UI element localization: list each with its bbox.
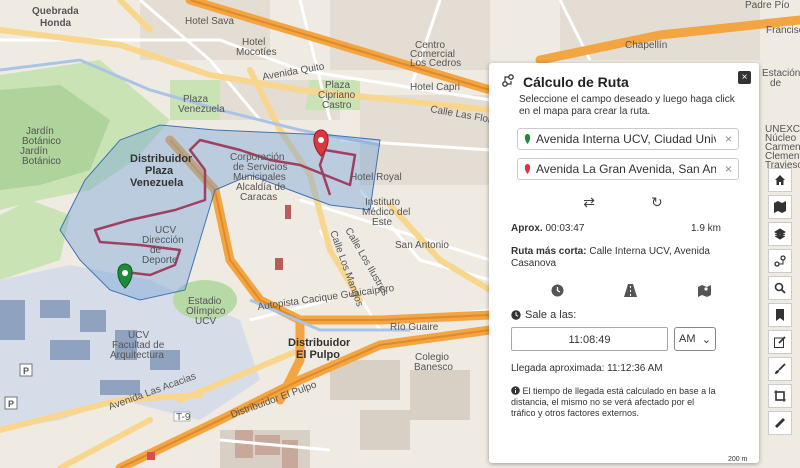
route-button[interactable] — [768, 249, 792, 273]
origin-field[interactable]: × — [517, 128, 739, 150]
svg-text:Honda: Honda — [40, 18, 72, 29]
layers-button[interactable] — [768, 222, 792, 246]
svg-text:de: de — [770, 78, 782, 89]
depart-time-input[interactable]: 11:08:49 — [511, 327, 668, 351]
svg-text:Hotel Capri: Hotel Capri — [410, 82, 460, 93]
home-button[interactable] — [768, 168, 792, 192]
edit-icon — [774, 336, 786, 348]
svg-text:Banesco: Banesco — [414, 362, 453, 373]
map-button[interactable] — [768, 195, 792, 219]
route-icon — [774, 255, 786, 267]
svg-text:Francisco: Francisco — [766, 25, 800, 36]
svg-text:P: P — [23, 366, 29, 376]
ampm-select[interactable]: AM ⌄ — [674, 327, 716, 351]
route-icon — [501, 73, 515, 90]
chevron-down-icon: ⌄ — [701, 333, 711, 346]
destination-input[interactable] — [536, 162, 716, 176]
svg-text:San Antonio: San Antonio — [395, 240, 449, 251]
bookmark-icon — [776, 309, 784, 321]
svg-text:Hotel Royal: Hotel Royal — [350, 172, 402, 183]
svg-text:Botánico: Botánico — [22, 156, 61, 167]
brush-icon — [775, 363, 786, 374]
swap-icon[interactable]: ⇄ — [583, 194, 595, 211]
map-toolbar — [768, 168, 792, 438]
ampm-value: AM — [679, 333, 696, 345]
svg-text:Los Cedros: Los Cedros — [410, 58, 461, 69]
road-icon[interactable] — [624, 284, 638, 297]
clear-origin-button[interactable]: × — [725, 132, 732, 146]
destination-pin-icon — [524, 164, 531, 174]
panel-description: Seleccione el campo deseado y luego haga… — [519, 94, 735, 117]
svg-text:Caracas: Caracas — [240, 192, 277, 203]
approx-label: Aprox. — [511, 223, 543, 234]
clear-destination-button[interactable]: × — [725, 162, 732, 176]
layers-icon — [774, 228, 786, 240]
svg-text:Venezuela: Venezuela — [178, 104, 225, 115]
crop-icon — [774, 390, 786, 402]
clock-icon[interactable] — [551, 284, 564, 297]
origin-pin-icon — [524, 134, 531, 144]
svg-text:Padre Pío: Padre Pío — [745, 0, 790, 11]
map-icon — [774, 201, 786, 213]
scale-bar: 200 m — [728, 456, 748, 463]
svg-text:Distribuidor: Distribuidor — [130, 153, 193, 165]
shortest-label: Ruta más corta: — [511, 246, 587, 257]
svg-text:Mocotíes: Mocotíes — [236, 47, 277, 58]
svg-text:Castro: Castro — [322, 100, 352, 111]
bookmark-button[interactable] — [768, 303, 792, 327]
edit-button[interactable] — [768, 330, 792, 354]
map-location-icon[interactable] — [697, 284, 711, 297]
approx-time: 00:03:47 — [545, 223, 585, 234]
close-button[interactable]: × — [738, 71, 751, 84]
info-note: El tiempo de llegada está calculado en b… — [511, 386, 716, 418]
svg-text:P: P — [8, 399, 14, 409]
zoom-search-button[interactable] — [768, 276, 792, 300]
ruler-button[interactable] — [768, 411, 792, 435]
distance-value: 1.9 km — [690, 223, 721, 234]
svg-text:Dirección: Dirección — [142, 235, 184, 246]
crop-button[interactable] — [768, 384, 792, 408]
info-icon — [511, 386, 520, 395]
svg-text:Este: Este — [372, 217, 392, 228]
origin-input[interactable] — [536, 132, 716, 146]
home-icon — [775, 175, 785, 185]
arrival-text: Llegada aproximada: 11:12:36 AM — [511, 363, 663, 374]
svg-text:El Pulpo: El Pulpo — [296, 349, 340, 361]
refresh-icon[interactable]: ↻ — [651, 194, 663, 211]
svg-text:Quebrada: Quebrada — [32, 6, 79, 17]
svg-text:Distribuidor: Distribuidor — [288, 337, 351, 349]
route-panel: × Cálculo de Ruta Seleccione el campo de… — [489, 63, 759, 463]
svg-text:Venezuela: Venezuela — [130, 177, 184, 189]
svg-text:Arquitectura: Arquitectura — [110, 350, 164, 361]
clock-icon — [511, 310, 521, 320]
svg-text:Río Guaire: Río Guaire — [390, 322, 439, 333]
destination-field[interactable]: × — [517, 158, 739, 180]
svg-text:Deporte: Deporte — [142, 255, 178, 266]
ruler-icon — [775, 418, 785, 428]
brush-button[interactable] — [768, 357, 792, 381]
panel-title: Cálculo de Ruta — [523, 73, 629, 90]
svg-text:T-9: T-9 — [176, 412, 191, 423]
svg-text:Chapellín: Chapellín — [625, 40, 667, 51]
svg-text:UCV: UCV — [195, 316, 216, 327]
svg-text:Hotel Sava: Hotel Sava — [185, 16, 234, 27]
zoom-search-icon — [774, 282, 786, 294]
depart-label: Sale a las: — [525, 309, 577, 321]
svg-text:Plaza: Plaza — [145, 165, 174, 177]
